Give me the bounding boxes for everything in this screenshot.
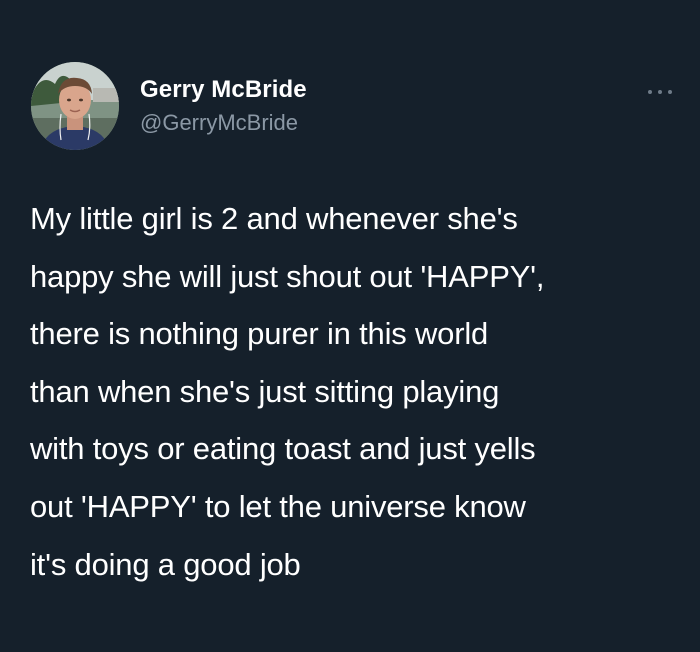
dot [648,90,652,94]
tweet-text: My little girl is 2 and whenever she's h… [30,190,680,593]
avatar[interactable] [31,62,119,150]
user-avatar-photo-icon [31,62,119,150]
tweet-text-line: out 'HAPPY' to let the universe know [30,488,526,524]
tweet-text-line: than when she's just sitting playing [30,373,500,409]
dot [668,90,672,94]
tweet-text-line: it's doing a good job [30,546,301,582]
tweet-text-line: there is nothing purer in this world [30,316,489,352]
tweet-text-line: with toys or eating toast and just yells [30,431,536,467]
more-dots-icon[interactable] [640,80,680,104]
dot [658,90,662,94]
tweet-text-line: happy she will just shout out 'HAPPY', [30,258,545,294]
author-handle[interactable]: @GerryMcBride [140,110,298,136]
tweet-text-line: My little girl is 2 and whenever she's [30,201,518,236]
tweet-card: Gerry McBride @GerryMcBride My little gi… [0,0,700,652]
author-display-name[interactable]: Gerry McBride [140,76,307,104]
